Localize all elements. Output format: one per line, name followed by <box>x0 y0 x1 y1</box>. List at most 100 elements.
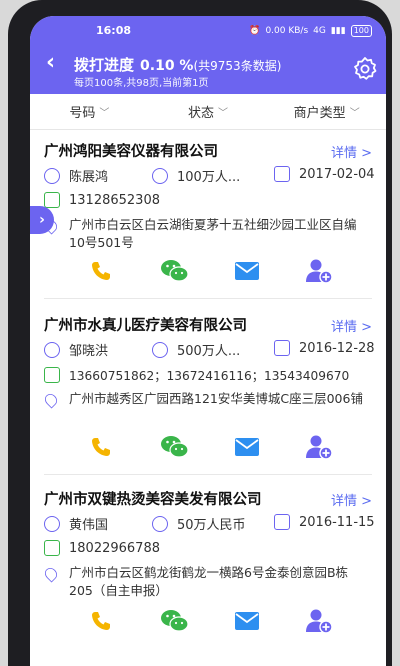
person-icon <box>44 167 60 184</box>
phone-icon <box>92 262 110 280</box>
progress-title: 拨打进度 0.10 %(共9753条数据) <box>74 54 281 75</box>
contact-name: 邹晓洪 <box>69 344 109 359</box>
registered-capital: 50万人民币 <box>177 518 246 533</box>
date-row: 2017-02-04 <box>274 166 375 182</box>
mobile-icon <box>44 540 60 556</box>
add-contact-button[interactable] <box>304 256 334 286</box>
gear-icon[interactable] <box>352 56 378 82</box>
action-bar <box>30 432 386 462</box>
chevron-down-icon: ﹀ <box>99 108 110 119</box>
divider <box>44 474 372 475</box>
date-row: 2016-12-28 <box>274 340 375 356</box>
mail-icon <box>235 438 259 456</box>
call-button[interactable] <box>86 256 116 286</box>
company-name: 广州市水真儿医疗美容有限公司 <box>44 318 247 334</box>
network-speed: 0.00 KB/s <box>265 26 309 36</box>
date-row: 2016-11-15 <box>274 514 375 530</box>
filter-bar: 号码 ﹀ 状态 ﹀ 商户类型 ﹀ <box>30 94 386 130</box>
wechat-icon <box>161 610 189 632</box>
calendar-icon <box>274 514 290 530</box>
action-bar <box>30 606 386 636</box>
chevron-down-icon: ﹀ <box>349 108 360 119</box>
mail-icon <box>235 612 259 630</box>
status-bar: 16:08 ⏰ 0.00 KB/s 4G ▮▮▮ 100 <box>30 24 386 40</box>
add-contact-button[interactable] <box>304 606 334 636</box>
divider <box>44 298 372 299</box>
phone-frame: 16:08 ⏰ 0.00 KB/s 4G ▮▮▮ 100 ‹ 拨打进度 0.10 … <box>8 0 392 666</box>
wechat-icon <box>161 436 189 458</box>
alarm-icon: ⏰ <box>249 26 261 36</box>
detail-link[interactable]: 详情 > <box>331 490 372 509</box>
back-button[interactable]: ‹ <box>46 52 55 74</box>
registered-capital: 100万人... <box>177 170 241 185</box>
add-user-icon <box>306 435 333 460</box>
sms-button[interactable] <box>232 606 262 636</box>
contact-row: 陈展鸿 <box>44 166 108 185</box>
signal-type: 4G <box>313 26 326 36</box>
signal-icon: ▮▮▮ <box>330 26 346 36</box>
person-icon <box>44 341 60 358</box>
contact-row: 黄伟国 <box>44 514 108 533</box>
filter-number[interactable]: 号码 ﹀ <box>30 94 149 129</box>
phone-icon <box>92 612 110 630</box>
sms-button[interactable] <box>232 256 262 286</box>
filter-status-label: 状态 <box>188 106 215 121</box>
add-contact-button[interactable] <box>304 432 334 462</box>
sms-button[interactable] <box>232 432 262 462</box>
phone-icon <box>92 438 110 456</box>
detail-link[interactable]: 详情 > <box>331 316 372 335</box>
founded-date: 2016-12-28 <box>299 340 375 356</box>
capital-row: 100万人... <box>152 166 240 185</box>
wechat-button[interactable] <box>160 256 190 286</box>
paging-info: 每页100条,共98页,当前第1页 <box>74 78 209 89</box>
phone-row: 13660751862；13672416116；13543409670 <box>44 366 349 384</box>
phone-numbers: 13660751862；13672416116；13543409670 <box>69 369 350 383</box>
header-bar: 16:08 ⏰ 0.00 KB/s 4G ▮▮▮ 100 ‹ 拨打进度 0.10 … <box>30 16 386 94</box>
mail-icon <box>235 262 259 280</box>
progress-percent: 0.10 % <box>140 58 194 74</box>
phone-row: 18022966788 <box>44 540 160 556</box>
app-screen: 16:08 ⏰ 0.00 KB/s 4G ▮▮▮ 100 ‹ 拨打进度 0.10 … <box>30 16 386 666</box>
person-icon <box>44 515 60 532</box>
location-icon <box>42 391 60 409</box>
location-icon <box>42 565 60 583</box>
wechat-button[interactable] <box>160 432 190 462</box>
address-text: 广州市越秀区广园西路121安华美博城C座三层006铺 <box>69 391 363 406</box>
address-text: 广州市白云区鹤龙街鹤龙一横路6号金泰创意园B栋205（自主申报） <box>69 565 349 598</box>
call-button[interactable] <box>86 432 116 462</box>
detail-link[interactable]: 详情 > <box>331 142 372 161</box>
filter-merchant-type[interactable]: 商户类型 ﹀ <box>267 94 386 129</box>
chevron-down-icon: ﹀ <box>218 108 229 119</box>
yen-icon <box>152 515 168 532</box>
phone-row: 13128652308 <box>44 192 160 208</box>
contact-name: 陈展鸿 <box>69 170 109 185</box>
wechat-button[interactable] <box>160 606 190 636</box>
yen-icon <box>152 341 168 358</box>
add-user-icon <box>306 259 333 284</box>
yen-icon <box>152 167 168 184</box>
battery-icon: 100 <box>350 25 372 37</box>
company-name: 广州鸿阳美容仪器有限公司 <box>44 144 218 160</box>
founded-date: 2016-11-15 <box>299 514 375 530</box>
add-user-icon <box>306 609 333 634</box>
filter-merchant-type-label: 商户类型 <box>293 106 346 121</box>
record-count: (共9753条数据) <box>193 59 282 73</box>
mobile-icon <box>44 367 60 383</box>
registered-capital: 500万人... <box>177 344 241 359</box>
filter-status[interactable]: 状态 ﹀ <box>149 94 268 129</box>
call-button[interactable] <box>86 606 116 636</box>
contact-row: 邹晓洪 <box>44 340 108 359</box>
company-name: 广州市双键热烫美容美发有限公司 <box>44 492 262 508</box>
wechat-icon <box>161 260 189 282</box>
address-text: 广州市白云区白云湖街夏茅十五社细沙园工业区自编10号501号 <box>69 217 357 250</box>
calendar-icon <box>274 340 290 356</box>
capital-row: 500万人... <box>152 340 240 359</box>
mobile-icon <box>44 192 60 208</box>
founded-date: 2017-02-04 <box>299 166 375 182</box>
title-text: 拨打进度 <box>74 56 135 74</box>
phone-numbers: 13128652308 <box>69 192 160 208</box>
phone-numbers: 18022966788 <box>69 540 160 556</box>
contact-name: 黄伟国 <box>69 518 109 533</box>
status-time: 16:08 <box>96 24 132 37</box>
status-icons: ⏰ 0.00 KB/s 4G ▮▮▮ 100 <box>249 25 372 37</box>
